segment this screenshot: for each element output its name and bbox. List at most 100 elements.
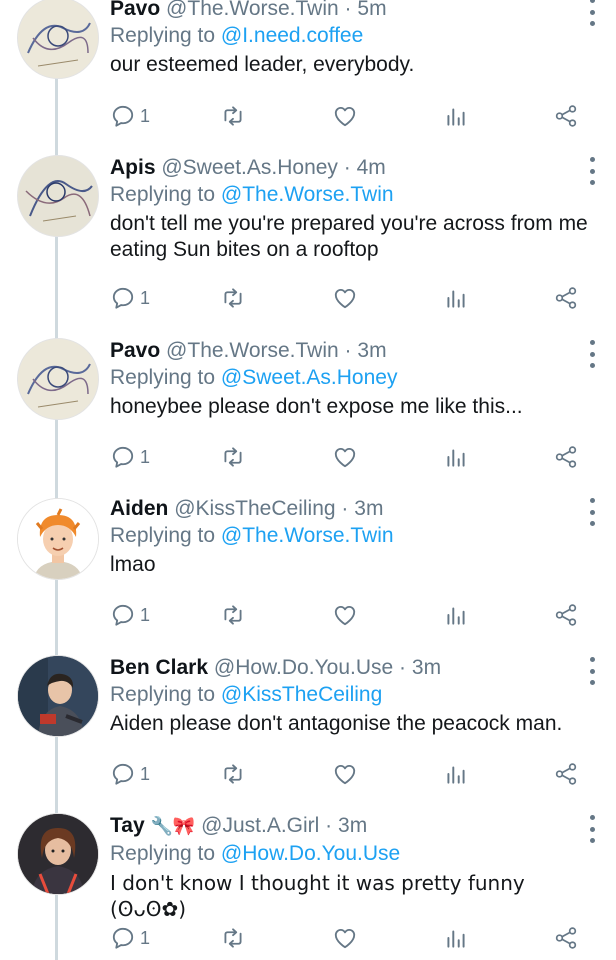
- stats-button[interactable]: [443, 442, 469, 472]
- reply-count: 1: [140, 604, 151, 625]
- share-icon: [555, 604, 577, 626]
- tweet-actions: 1: [110, 759, 596, 789]
- stats-button[interactable]: [443, 283, 469, 313]
- like-button[interactable]: [332, 442, 358, 472]
- tweet-actions: 1: [110, 442, 596, 472]
- replying-to-link[interactable]: @The.Worse.Twin: [221, 183, 394, 206]
- timestamp[interactable]: 3m: [412, 656, 441, 679]
- tweet-header: Pavo @The.Worse.Twin · 3m: [110, 339, 387, 362]
- share-icon: [555, 927, 577, 949]
- display-name[interactable]: Aiden: [110, 497, 168, 520]
- avatar[interactable]: [17, 655, 99, 737]
- retweet-icon: [224, 928, 242, 948]
- retweet-button[interactable]: [220, 283, 246, 313]
- reply-icon: [112, 604, 134, 626]
- retweet-button[interactable]: [220, 600, 246, 630]
- avatar[interactable]: [17, 498, 99, 580]
- retweet-icon: [224, 106, 242, 126]
- tweet-text: don't tell me you're prepared you're acr…: [110, 212, 588, 261]
- user-handle[interactable]: @Sweet.As.Honey: [161, 156, 338, 179]
- tweet-text: our esteemed leader, everybody.: [110, 53, 415, 76]
- timestamp[interactable]: 4m: [357, 156, 386, 179]
- reply-button[interactable]: 1: [110, 101, 150, 131]
- tweet-text: honeybee please don't expose me like thi…: [110, 395, 523, 418]
- reply-button[interactable]: 1: [110, 759, 150, 789]
- reply-count: 1: [140, 287, 151, 308]
- replying-to: Replying to @I.need.coffee: [110, 24, 364, 47]
- more-options-icon[interactable]: [588, 657, 596, 685]
- retweet-button[interactable]: [220, 759, 246, 789]
- timestamp[interactable]: 5m: [357, 0, 386, 20]
- like-icon: [334, 106, 356, 127]
- user-handle[interactable]: @How.Do.You.Use: [214, 656, 393, 679]
- share-button[interactable]: [553, 759, 579, 789]
- timestamp[interactable]: 3m: [357, 339, 386, 362]
- share-button[interactable]: [553, 101, 579, 131]
- more-options-icon[interactable]: [588, 157, 596, 185]
- more-options-icon[interactable]: [588, 340, 596, 368]
- timestamp[interactable]: 3m: [354, 497, 383, 520]
- share-icon: [555, 446, 577, 468]
- display-name[interactable]: Pavo: [110, 339, 160, 362]
- user-handle[interactable]: @Just.A.Girl: [201, 814, 319, 837]
- share-button[interactable]: [553, 923, 579, 953]
- display-name[interactable]: Apis: [110, 156, 156, 179]
- retweet-button[interactable]: [220, 101, 246, 131]
- tweet-header: Tay 🔧🎀 @Just.A.Girl · 3m: [110, 814, 368, 837]
- share-button[interactable]: [553, 600, 579, 630]
- replying-to-link[interactable]: @The.Worse.Twin: [221, 524, 394, 547]
- reply-button[interactable]: 1: [110, 600, 150, 630]
- stats-icon: [447, 290, 465, 308]
- replying-to-link[interactable]: @Sweet.As.Honey: [221, 366, 398, 389]
- share-button[interactable]: [553, 442, 579, 472]
- tweet-thread: Pavo @The.Worse.Twin · 5m Replying to @I…: [0, 0, 616, 960]
- tweet-actions: 1: [110, 923, 596, 953]
- like-button[interactable]: [332, 101, 358, 131]
- replying-to-link[interactable]: @I.need.coffee: [221, 24, 363, 47]
- display-name[interactable]: Tay: [110, 814, 145, 837]
- avatar[interactable]: [17, 813, 99, 895]
- avatar[interactable]: [17, 0, 99, 79]
- timestamp[interactable]: 3m: [338, 814, 367, 837]
- replying-to-link[interactable]: @KissTheCeiling: [221, 683, 382, 706]
- more-options-icon[interactable]: [588, 815, 596, 843]
- replying-to: Replying to @The.Worse.Twin: [110, 524, 394, 547]
- replying-to: Replying to @How.Do.You.Use: [110, 842, 401, 865]
- display-name[interactable]: Pavo: [110, 0, 160, 20]
- tweet-actions: 1: [110, 101, 596, 131]
- share-button[interactable]: [553, 283, 579, 313]
- stats-button[interactable]: [443, 923, 469, 953]
- stats-icon: [447, 766, 465, 784]
- user-handle[interactable]: @KissTheCeiling: [174, 497, 335, 520]
- retweet-button[interactable]: [220, 923, 246, 953]
- like-button[interactable]: [332, 283, 358, 313]
- share-icon: [555, 763, 577, 785]
- user-handle[interactable]: @The.Worse.Twin: [166, 339, 339, 362]
- like-icon: [334, 605, 356, 626]
- like-button[interactable]: [332, 600, 358, 630]
- reply-count: 1: [140, 763, 151, 784]
- tweet-header: Aiden @KissTheCeiling · 3m: [110, 497, 384, 520]
- reply-count: 1: [140, 446, 151, 467]
- reply-button[interactable]: 1: [110, 923, 150, 953]
- avatar[interactable]: [17, 338, 99, 420]
- retweet-button[interactable]: [220, 442, 246, 472]
- replying-to-link[interactable]: @How.Do.You.Use: [221, 842, 400, 865]
- more-options-icon[interactable]: [588, 498, 596, 526]
- more-options-icon[interactable]: [588, 0, 596, 26]
- reply-button[interactable]: 1: [110, 442, 150, 472]
- display-name[interactable]: Ben Clark: [110, 656, 208, 679]
- replying-to: Replying to @The.Worse.Twin: [110, 183, 394, 206]
- share-icon: [555, 287, 577, 309]
- retweet-icon: [224, 605, 242, 625]
- like-button[interactable]: [332, 759, 358, 789]
- stats-button[interactable]: [443, 759, 469, 789]
- reply-button[interactable]: 1: [110, 283, 150, 313]
- user-handle[interactable]: @The.Worse.Twin: [166, 0, 339, 20]
- stats-button[interactable]: [443, 101, 469, 131]
- stats-button[interactable]: [443, 600, 469, 630]
- stats-icon: [447, 449, 465, 467]
- replying-to: Replying to @Sweet.As.Honey: [110, 366, 398, 389]
- avatar[interactable]: [17, 155, 99, 237]
- like-button[interactable]: [332, 923, 358, 953]
